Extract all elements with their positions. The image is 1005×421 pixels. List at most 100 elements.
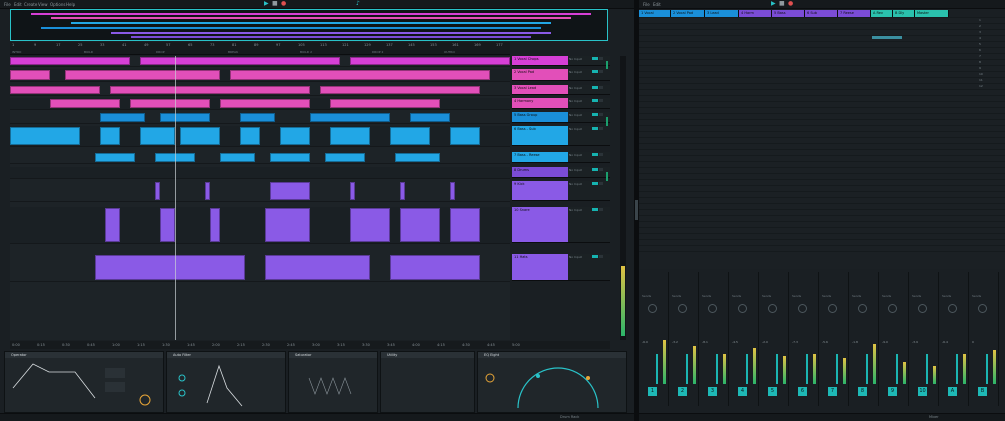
clip-slot-row[interactable]: [639, 17, 1005, 18]
play-icon[interactable]: ▶: [264, 0, 269, 7]
session-track-header[interactable]: 4 Harm: [739, 10, 772, 17]
clip[interactable]: [350, 207, 390, 242]
track-activator-button[interactable]: 10: [918, 387, 927, 396]
clip[interactable]: [350, 181, 355, 200]
arrangement-lane[interactable]: [10, 206, 510, 244]
clip[interactable]: [160, 207, 175, 242]
track-io[interactable]: No Input: [568, 111, 610, 129]
stop-icon[interactable]: ■: [272, 0, 278, 7]
scene-number[interactable]: 2: [979, 24, 981, 28]
session-track-header[interactable]: A Rev: [871, 10, 893, 17]
track-header[interactable]: 4 Harmony: [512, 97, 568, 109]
clip[interactable]: [400, 207, 440, 242]
arrangement-lane[interactable]: [10, 85, 510, 96]
clip-slot-row[interactable]: [639, 101, 1005, 102]
track-io[interactable]: No Input: [568, 206, 610, 243]
clip[interactable]: [240, 127, 260, 146]
clip-slot-row[interactable]: [639, 155, 1005, 156]
mute-button[interactable]: [592, 181, 598, 185]
track-activator-button[interactable]: A: [948, 387, 957, 396]
send-knob[interactable]: [918, 304, 927, 313]
clip-slot-row[interactable]: [639, 173, 1005, 174]
track-io[interactable]: No Input: [568, 253, 610, 281]
mute-button[interactable]: [592, 70, 598, 73]
playhead[interactable]: [175, 56, 176, 340]
clip-slot-row[interactable]: [639, 107, 1005, 108]
clip[interactable]: [410, 112, 450, 122]
clip[interactable]: [330, 98, 440, 108]
clip-slot-row[interactable]: [639, 29, 1005, 30]
arrangement-lane[interactable]: [10, 112, 510, 124]
clip-slot-row[interactable]: [639, 71, 1005, 72]
track-header[interactable]: 6 Bass - Sub: [512, 126, 568, 147]
session-track-header[interactable]: 6 Sub: [805, 10, 838, 17]
stop-icon[interactable]: ■: [779, 0, 785, 7]
locator-label[interactable]: OUTRO: [444, 50, 455, 54]
volume-fader[interactable]: [716, 354, 718, 384]
solo-button[interactable]: [599, 153, 603, 157]
track-header[interactable]: 7 Bass - Reese: [512, 152, 568, 164]
track-io[interactable]: No Input: [568, 126, 610, 147]
clip[interactable]: [95, 153, 135, 163]
overview-strip[interactable]: [10, 9, 608, 41]
send-knob[interactable]: [888, 304, 897, 313]
clip[interactable]: [100, 112, 145, 122]
mute-button[interactable]: [592, 167, 598, 171]
input-label[interactable]: No Input: [569, 113, 582, 117]
clip-slot-row[interactable]: [639, 125, 1005, 126]
locator-label[interactable]: INTRO: [12, 50, 21, 54]
clip[interactable]: [100, 127, 120, 146]
clip-slot-row[interactable]: [639, 203, 1005, 204]
device-saturator[interactable]: Saturator: [288, 351, 378, 413]
clip-slot-row[interactable]: [639, 59, 1005, 60]
volume-value[interactable]: -7.3: [792, 340, 798, 344]
mute-button[interactable]: [592, 85, 598, 89]
clip[interactable]: [220, 153, 255, 163]
track-header[interactable]: 8 Drums: [512, 166, 568, 178]
clip[interactable]: [220, 98, 310, 108]
scene-number[interactable]: 9: [979, 66, 981, 70]
metronome-icon[interactable]: ♪: [356, 0, 360, 7]
track-activator-button[interactable]: 8: [858, 387, 867, 396]
track-activator-button[interactable]: 2: [678, 387, 687, 396]
volume-fader[interactable]: [896, 354, 898, 384]
mute-button[interactable]: [592, 254, 598, 258]
clip-slot-row[interactable]: [639, 53, 1005, 54]
device-operator[interactable]: Operator: [4, 351, 164, 413]
solo-button[interactable]: [599, 98, 603, 102]
clip-slot-row[interactable]: [639, 143, 1005, 144]
clip-slot-row[interactable]: [639, 227, 1005, 228]
locator-label[interactable]: BUILD 2: [300, 50, 312, 54]
clip[interactable]: [270, 153, 310, 163]
clip-slot-row[interactable]: [639, 221, 1005, 222]
clip[interactable]: [160, 112, 210, 122]
clip[interactable]: [320, 85, 480, 94]
track-header[interactable]: 10 Snare: [512, 206, 568, 243]
time-ruler[interactable]: 0:00 0:15 0:30 0:45 1:00 1:15 1:30 1:45 2:00 2:15…: [10, 341, 610, 349]
scene-number[interactable]: 4: [979, 36, 981, 40]
scene-number[interactable]: 3: [979, 30, 981, 34]
clip-slot-row[interactable]: [639, 35, 1005, 36]
clip[interactable]: [400, 181, 405, 200]
device-eq-eight[interactable]: EQ Eight: [477, 351, 627, 413]
clip[interactable]: [130, 98, 210, 108]
clip-slot-row[interactable]: [639, 167, 1005, 168]
clip-slot-row[interactable]: [639, 89, 1005, 90]
session-track-header[interactable]: 2 Vocal Pad: [671, 10, 705, 17]
volume-fader[interactable]: [776, 354, 778, 384]
volume-value[interactable]: -4.5: [732, 340, 738, 344]
track-io[interactable]: No Input: [568, 69, 610, 81]
send-knob[interactable]: [768, 304, 777, 313]
clip-slot-row[interactable]: [639, 83, 1005, 84]
session-track-header[interactable]: 7 Reese: [838, 10, 871, 17]
record-icon[interactable]: ●: [788, 0, 793, 7]
track-activator-button[interactable]: 4: [738, 387, 747, 396]
arrangement-lane[interactable]: [10, 126, 510, 148]
record-icon[interactable]: ●: [281, 0, 286, 7]
arrangement-lane[interactable]: [10, 254, 510, 282]
clip-slot-row[interactable]: [639, 251, 1005, 252]
scene-number[interactable]: 5: [979, 42, 981, 46]
solo-button[interactable]: [599, 85, 603, 89]
track-io[interactable]: No Input: [568, 97, 610, 109]
track-activator-button[interactable]: 5: [768, 387, 777, 396]
